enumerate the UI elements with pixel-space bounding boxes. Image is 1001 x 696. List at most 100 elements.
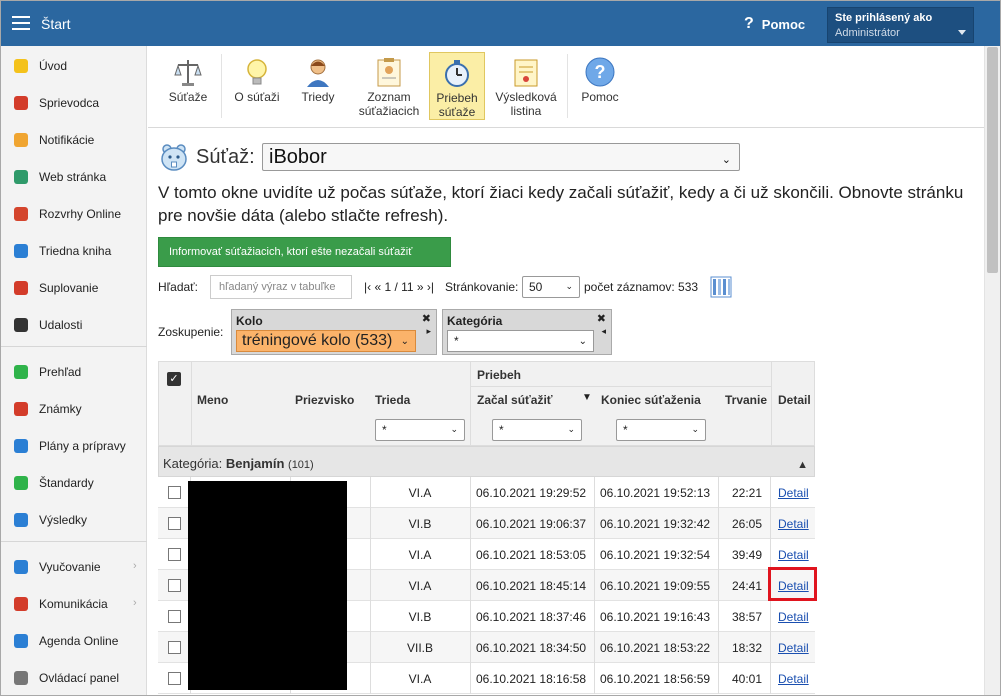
sidebar-item-8[interactable]: Prehľad xyxy=(1,354,147,390)
redacted-names xyxy=(188,481,347,690)
row-checkbox[interactable] xyxy=(168,610,181,623)
arrow-right-icon[interactable]: ▸ xyxy=(426,326,431,337)
cell-end: 06.10.2021 19:32:42 xyxy=(600,517,711,531)
toolbar-btn-2[interactable]: Triedy xyxy=(296,52,340,120)
sidebar-item-1[interactable]: Sprievodca xyxy=(1,85,147,121)
detail-link[interactable]: Detail xyxy=(778,548,809,562)
columns-icon[interactable] xyxy=(710,276,732,298)
detail-link[interactable]: Detail xyxy=(778,672,809,686)
chevron-down-icon: ⌄ xyxy=(691,424,699,434)
sidebar-item-3[interactable]: Web stránka xyxy=(1,159,147,195)
category-select-value: * xyxy=(454,334,459,348)
chevron-down-icon: ⌄ xyxy=(400,336,409,347)
row-checkbox[interactable] xyxy=(168,548,181,561)
group-category[interactable]: Kategória ✖ ◂ * ⌄ xyxy=(442,309,612,355)
sidebar-item-16[interactable]: Ovládací panel xyxy=(1,660,147,695)
sidebar-item-15[interactable]: Agenda Online xyxy=(1,623,147,659)
sidebar-item-6[interactable]: Suplovanie xyxy=(1,270,147,306)
app-title: Štart xyxy=(41,16,71,32)
svg-text:?: ? xyxy=(595,62,606,82)
sidebar-item-14[interactable]: Komunikácia › xyxy=(1,586,147,622)
round-select-value: tréningové kolo (533) xyxy=(242,332,393,349)
row-checkbox[interactable] xyxy=(168,641,181,654)
sidebar-item-5[interactable]: Triedna kniha xyxy=(1,233,147,269)
close-icon[interactable]: ✖ xyxy=(422,312,431,325)
category-select[interactable]: * ⌄ xyxy=(447,330,594,352)
search-input[interactable]: hľadaný výraz v tabuľke xyxy=(210,275,352,299)
cell-start: 06.10.2021 18:37:46 xyxy=(476,610,587,624)
sidebar-item-label: Plány a prípravy xyxy=(39,439,126,453)
sidebar-item-12[interactable]: Výsledky xyxy=(1,502,147,538)
toolbar-btn-6[interactable]: ? Pomoc xyxy=(572,52,628,120)
sidebar-item-7[interactable]: Udalosti xyxy=(1,307,147,343)
column-header-name[interactable]: Meno xyxy=(197,393,228,407)
row-checkbox[interactable] xyxy=(168,579,181,592)
sidebar-item-13[interactable]: Vyučovanie › xyxy=(1,549,147,585)
sidebar-item-label: Vyučovanie xyxy=(39,560,101,574)
competition-select[interactable]: iBobor ⌄ xyxy=(262,143,740,171)
user-label: Ste prihlásený ako xyxy=(835,12,933,24)
sidebar-item-label: Komunikácia xyxy=(39,597,108,611)
category-group-row[interactable]: Kategória: Benjamín (101) ▲ xyxy=(158,446,815,477)
cell-duration: 39:49 xyxy=(731,548,762,562)
column-header-class[interactable]: Trieda xyxy=(375,393,410,407)
row-checkbox[interactable] xyxy=(168,672,181,685)
gear-icon xyxy=(13,670,29,686)
detail-link[interactable]: Detail xyxy=(778,641,809,655)
user-dropdown[interactable]: Ste prihlásený ako Administrátor xyxy=(827,7,974,43)
detail-link[interactable]: Detail xyxy=(778,486,809,500)
cell-class: VI.A xyxy=(408,579,432,593)
cell-class: VI.A xyxy=(408,672,432,686)
sidebar-item-9[interactable]: Známky xyxy=(1,391,147,427)
toolbar-btn-4[interactable]: Priebeh súťaže xyxy=(429,52,485,120)
bar-chart-icon xyxy=(13,512,29,528)
select-all-checkbox[interactable]: ✓ xyxy=(167,372,181,386)
sidebar-item-2[interactable]: Notifikácie xyxy=(1,122,147,158)
sidebar-item-11[interactable]: Štandardy xyxy=(1,465,147,501)
scrollbar-thumb[interactable] xyxy=(987,47,998,273)
detail-link[interactable]: Detail xyxy=(778,517,809,531)
chevron-right-icon: › xyxy=(133,560,137,572)
hamburger-menu-icon[interactable] xyxy=(12,16,30,30)
row-checkbox[interactable] xyxy=(168,486,181,499)
column-header-duration[interactable]: Trvanie xyxy=(725,393,767,407)
sidebar-item-0[interactable]: Úvod xyxy=(1,48,147,84)
end-filter-select[interactable]: * ⌄ xyxy=(616,419,706,441)
column-header-surname[interactable]: Priezvisko xyxy=(295,393,354,407)
grade-icon xyxy=(13,401,29,417)
column-header-end[interactable]: Koniec súťaženia xyxy=(601,393,701,407)
toolbar-divider xyxy=(567,54,568,118)
chevron-up-icon[interactable]: ▲ xyxy=(797,459,808,471)
cell-end: 06.10.2021 18:56:59 xyxy=(600,672,711,686)
sidebar-item-10[interactable]: Plány a prípravy xyxy=(1,428,147,464)
pager[interactable]: |‹ « 1 / 11 » ›| xyxy=(364,280,434,294)
class-filter-select[interactable]: * ⌄ xyxy=(375,419,465,441)
highlight-box xyxy=(768,567,817,601)
end-filter-value: * xyxy=(623,423,628,437)
toolbar-btn-label: Pomoc xyxy=(581,90,619,104)
sidebar-item-label: Výsledky xyxy=(39,513,88,527)
column-header-start[interactable]: Začal súťažiť xyxy=(477,393,553,407)
help-link[interactable]: ? Pomoc xyxy=(744,15,805,33)
notify-button[interactable]: Informovať súťažiacich, ktorí ešte nezač… xyxy=(158,237,451,267)
search-row: Hľadať: hľadaný výraz v tabuľke |‹ « 1 /… xyxy=(158,275,978,301)
close-icon[interactable]: ✖ xyxy=(597,312,606,325)
sidebar-item-label: Prehľad xyxy=(39,365,82,379)
toolbar-btn-0[interactable]: Súťaže xyxy=(164,52,212,120)
paging-label: Stránkovanie: xyxy=(445,280,519,294)
sidebar-item-label: Suplovanie xyxy=(39,281,99,295)
row-checkbox[interactable] xyxy=(168,517,181,530)
toolbar-btn-1[interactable]: O súťaži xyxy=(228,52,286,120)
arrow-left-icon[interactable]: ◂ xyxy=(601,326,606,337)
toolbar-btn-3[interactable]: Zoznam súťažiacich xyxy=(349,52,429,120)
round-select[interactable]: tréningové kolo (533) ⌄ xyxy=(236,330,416,352)
chevron-down-icon xyxy=(958,30,966,35)
toolbar-btn-5[interactable]: Výsledková listina xyxy=(491,52,561,120)
group-round[interactable]: Kolo ✖ ▸ tréningové kolo (533) ⌄ xyxy=(231,309,437,355)
top-bar: Štart ? Pomoc Ste prihlásený ako Adminis… xyxy=(1,1,1000,46)
start-filter-select[interactable]: * ⌄ xyxy=(492,419,582,441)
person-icon xyxy=(13,280,29,296)
paging-select[interactable]: 50 ⌄ xyxy=(522,276,580,298)
sidebar-item-4[interactable]: Rozvrhy Online xyxy=(1,196,147,232)
detail-link[interactable]: Detail xyxy=(778,610,809,624)
